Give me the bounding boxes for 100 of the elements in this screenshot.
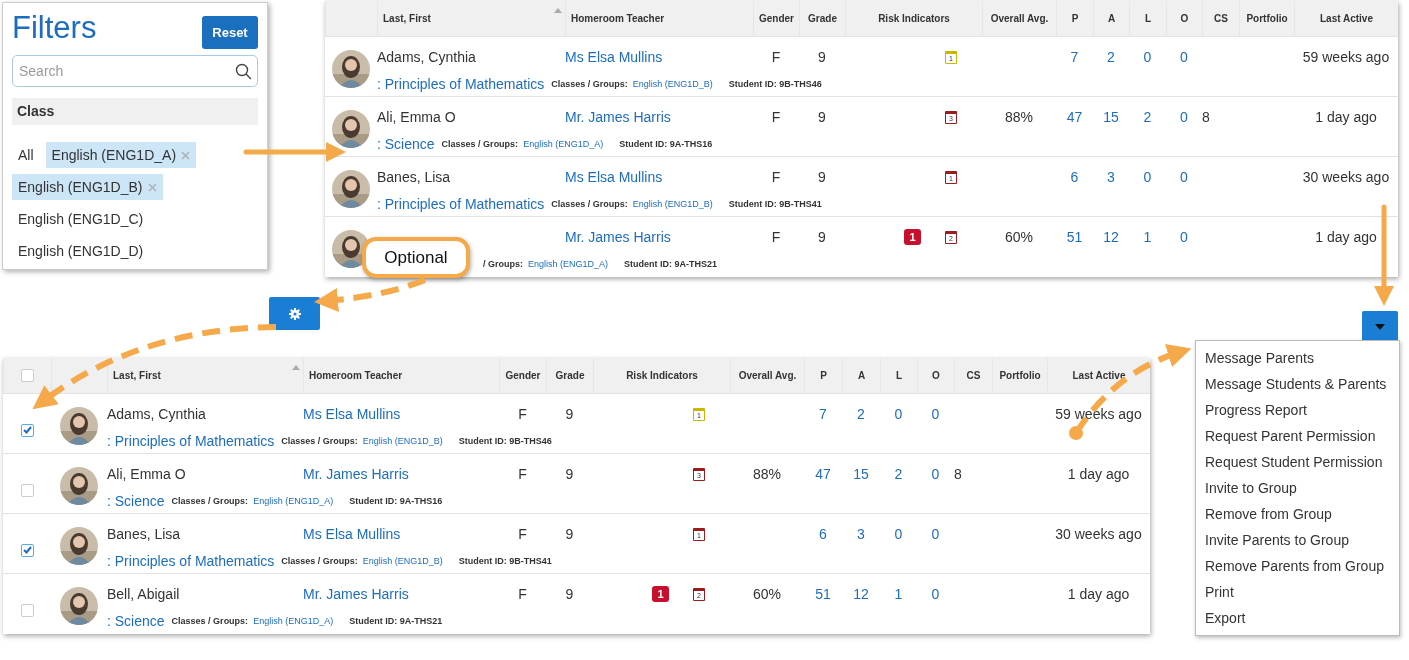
count-link[interactable]: 0 [1180,169,1188,185]
column-header[interactable]: CS [1214,13,1228,24]
column-header[interactable]: A [1107,13,1116,24]
student-name[interactable]: Ali, Emma O [377,109,456,125]
student-name[interactable]: Ali, Emma O [107,466,186,482]
count-link[interactable]: 0 [1143,169,1152,185]
count-link[interactable]: 0 [931,526,940,542]
checkbox[interactable] [21,369,34,382]
filter-option[interactable]: All [12,142,40,168]
course-link[interactable]: : Principles of Mathematics [377,196,545,212]
count-link[interactable]: 0 [1143,49,1152,65]
count-link[interactable]: 0 [931,466,940,482]
count-link[interactable]: 0 [1180,229,1188,245]
menu-item[interactable]: Request Student Permission [1196,449,1399,475]
column-header[interactable]: Grade [808,13,837,24]
checkbox[interactable] [20,603,34,617]
filter-option[interactable]: English (ENG1D_C) [12,206,150,232]
menu-item[interactable]: Message Students & Parents [1196,371,1399,397]
menu-item[interactable]: Message Parents [1196,345,1399,371]
remove-icon[interactable] [181,150,191,160]
column-header[interactable]: Portfolio [999,370,1041,381]
count-link[interactable]: 6 [1070,169,1079,185]
dropdown-button[interactable] [1362,311,1398,342]
column-header[interactable]: Risk Indicators [878,13,950,24]
menu-item[interactable]: Remove from Group [1196,501,1399,527]
column-header[interactable]: P [820,370,827,381]
course-link[interactable]: : Principles of Mathematics [107,553,275,569]
count-link[interactable]: 0 [894,406,903,422]
student-name[interactable]: Adams, Cynthia [377,49,476,65]
count-link[interactable]: 7 [1070,49,1079,65]
count-link[interactable]: 0 [931,586,940,602]
count-link[interactable]: 47 [1066,109,1083,125]
class-link[interactable]: English (ENG1D_B) [632,199,713,209]
column-header[interactable]: Last, First [113,370,161,381]
teacher-link[interactable]: Mr. James Harris [565,229,671,245]
menu-item[interactable]: Remove Parents from Group [1196,553,1399,579]
count-link[interactable]: 15 [853,466,869,482]
count-link[interactable]: 51 [1066,229,1083,245]
menu-item[interactable]: Progress Report [1196,397,1399,423]
column-header[interactable]: Homeroom Teacher [309,370,403,381]
column-header[interactable]: O [1180,13,1189,24]
column-header[interactable]: Last, First [383,13,431,24]
filter-option[interactable]: English (ENG1D_D) [12,238,150,264]
sort-icon[interactable] [554,8,562,13]
teacher-link[interactable]: Mr. James Harris [303,466,409,482]
column-header[interactable]: Overall Avg. [738,370,797,381]
teacher-link[interactable]: Ms Elsa Mullins [303,406,401,422]
search-field[interactable]: Search [12,55,258,87]
settings-button[interactable] [269,297,320,330]
student-name[interactable]: Bell, Abigail [107,586,180,602]
course-link[interactable]: : Science [377,136,435,152]
count-link[interactable]: 1 [894,586,903,602]
menu-item[interactable]: Invite Parents to Group [1196,527,1399,553]
selected-chip[interactable]: English (ENG1D_B) [12,174,163,200]
column-header[interactable]: L [895,370,903,381]
menu-item[interactable]: Invite to Group [1196,475,1399,501]
count-link[interactable]: 6 [819,526,827,542]
column-header[interactable]: Risk Indicators [626,370,698,381]
reset-button[interactable]: Reset [202,16,258,49]
column-header[interactable]: A [857,370,866,381]
column-header[interactable]: Portfolio [1246,13,1288,24]
count-link[interactable]: 12 [1103,229,1119,245]
course-link[interactable]: : Principles of Mathematics [377,76,545,92]
menu-item[interactable]: Print [1196,579,1399,605]
column-header[interactable]: P [1071,13,1079,24]
column-header[interactable]: O [932,370,940,381]
checkbox[interactable] [20,543,34,557]
class-link[interactable]: English (ENG1D_B) [632,79,713,89]
teacher-link[interactable]: Ms Elsa Mullins [303,526,401,542]
teacher-link[interactable]: Ms Elsa Mullins [565,169,663,185]
teacher-link[interactable]: Ms Elsa Mullins [565,49,663,65]
count-link[interactable]: 0 [931,406,940,422]
course-link[interactable]: : Science [107,493,165,509]
count-link[interactable]: 7 [819,406,827,422]
count-link[interactable]: 0 [1180,49,1188,65]
class-link[interactable]: English (ENG1D_B) [362,556,443,566]
class-link[interactable]: English (ENG1D_A) [528,259,609,269]
column-header[interactable]: Last Active [1320,13,1373,24]
count-link[interactable]: 3 [857,526,865,542]
count-link[interactable]: 2 [1107,49,1115,65]
column-header[interactable]: CS [966,370,981,381]
class-link[interactable]: English (ENG1D_B) [362,436,443,446]
count-link[interactable]: 0 [894,526,903,542]
checkbox[interactable] [20,483,34,497]
class-link[interactable]: English (ENG1D_A) [253,616,334,626]
course-link[interactable]: : Science [107,613,165,629]
student-name[interactable]: Banes, Lisa [377,169,451,185]
menu-item[interactable]: Export [1196,605,1399,631]
search-icon[interactable] [235,63,252,80]
count-link[interactable]: 2 [894,466,903,482]
count-link[interactable]: 15 [1103,109,1119,125]
student-name[interactable]: Adams, Cynthia [107,406,206,422]
menu-item[interactable]: Request Parent Permission [1196,423,1399,449]
checkbox[interactable] [20,423,34,437]
teacher-link[interactable]: Mr. James Harris [565,109,671,125]
course-link[interactable]: : Principles of Mathematics [107,433,275,449]
count-link[interactable]: 47 [815,466,831,482]
count-link[interactable]: 2 [857,406,865,422]
count-link[interactable]: 2 [1143,109,1152,125]
count-link[interactable]: 12 [853,586,869,602]
